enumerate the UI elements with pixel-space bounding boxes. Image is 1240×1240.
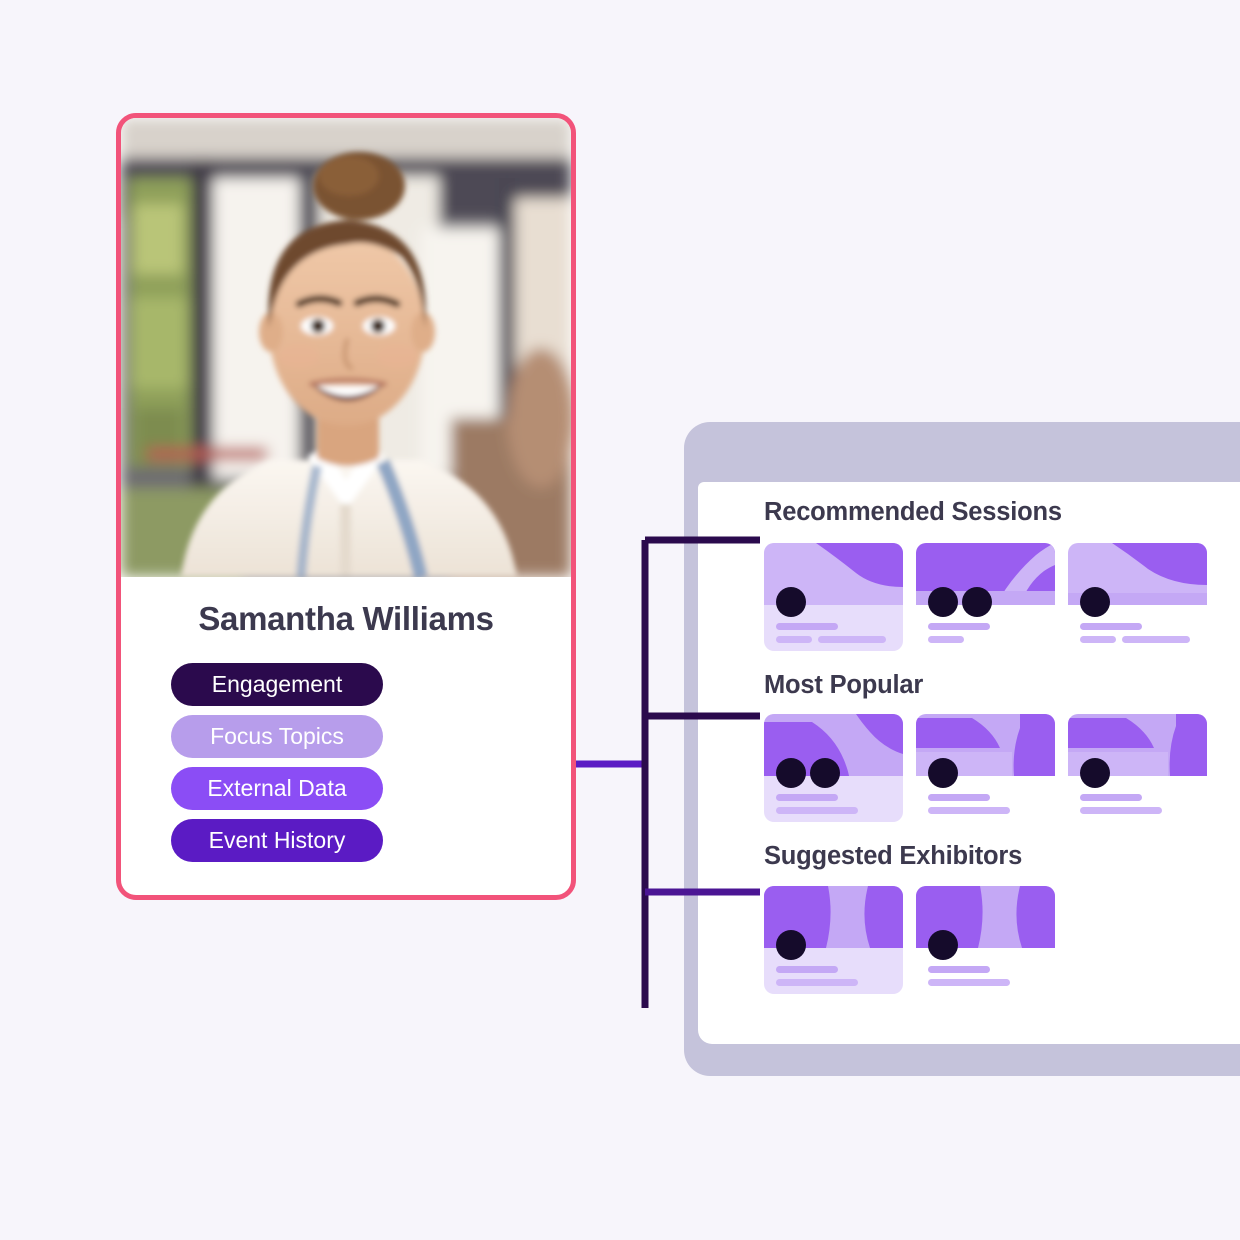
text-bar [1080,622,1142,630]
pill-focus-topics[interactable]: Focus Topics [171,715,383,758]
card-row-most-popular [764,714,1240,822]
text-bar [1080,794,1142,801]
exhibitor-card-1[interactable] [764,885,903,994]
text-bar [928,635,964,643]
popular-card-1[interactable] [764,714,903,822]
text-bar [776,978,858,986]
exhibitor-card-2[interactable] [916,885,1055,994]
pill-external-data[interactable]: External Data [171,767,383,810]
text-bar [1080,635,1116,643]
session-card-1[interactable] [764,542,903,651]
section-title-recommended-sessions: Recommended Sessions [764,498,1062,526]
profile-photo [121,118,571,577]
session-card-3[interactable] [1068,542,1207,651]
avatar [928,929,958,960]
section-title-suggested-exhibitors: Suggested Exhibitors [764,842,1023,870]
avatar [1080,586,1110,617]
section-suggested-exhibitors: Suggested Exhibitors [764,842,1240,994]
text-bar [928,965,990,973]
avatar [776,586,806,617]
avatar [810,758,840,788]
attendee-profile-card[interactable]: Samantha Williams Engagement Focus Topic… [116,113,576,900]
popular-card-3[interactable] [1068,714,1207,822]
pill-event-history[interactable]: Event History [171,819,383,862]
diagram-canvas: Recommended Sessions Most Popular Sugges… [0,0,1240,1240]
text-bar [776,635,812,643]
recommendation-sections: Recommended Sessions Most Popular Sugges… [764,498,1240,1016]
card-row-recommended-sessions [764,542,1240,651]
text-bar [818,635,886,643]
profile-name: Samantha Williams [198,600,494,637]
text-bar [776,965,838,973]
card-row-suggested-exhibitors [764,885,1240,994]
section-title-most-popular: Most Popular [764,670,924,699]
avatar [776,758,806,788]
popular-card-2[interactable] [916,714,1055,822]
avatar [1080,758,1110,788]
text-bar [776,794,838,801]
text-bar [776,807,858,814]
text-bar [928,622,990,630]
text-bar [928,794,990,801]
profile-attribute-pills: Engagement Focus Topics External Data Ev… [171,663,521,871]
avatar [928,586,958,617]
text-bar [928,978,1010,986]
text-bar [776,622,838,630]
section-most-popular: Most Popular [764,670,1240,822]
avatar [776,929,806,960]
session-card-2[interactable] [916,542,1055,651]
avatar [928,758,958,788]
pill-engagement[interactable]: Engagement [171,663,383,706]
text-bar [928,807,1010,814]
avatar [962,586,992,617]
text-bar [1122,635,1190,643]
text-bar [1080,807,1162,814]
section-recommended-sessions: Recommended Sessions [764,498,1240,651]
